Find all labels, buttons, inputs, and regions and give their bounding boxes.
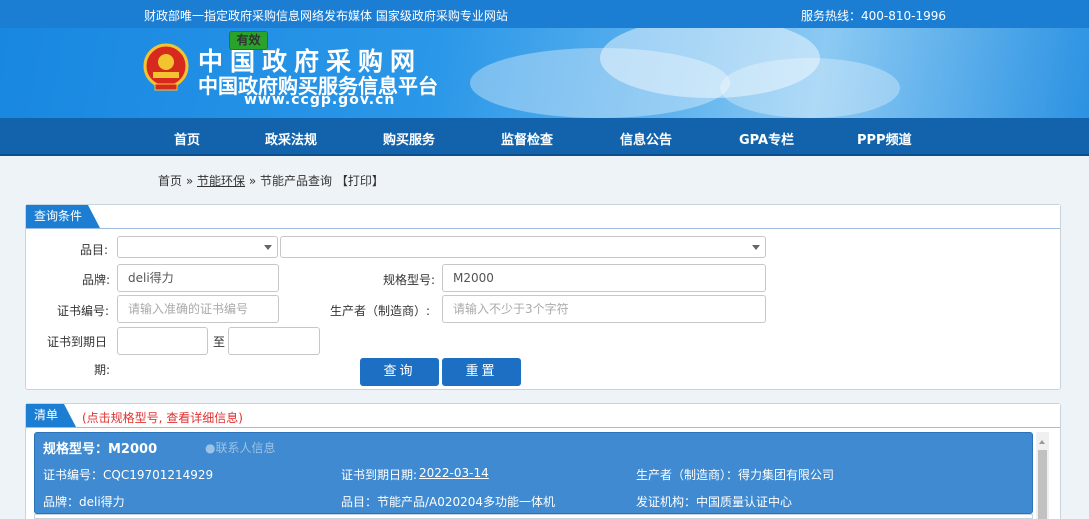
chevron-down-icon bbox=[264, 245, 272, 250]
breadcrumb-home[interactable]: 首页 bbox=[158, 174, 182, 188]
model-input[interactable]: M2000 bbox=[442, 264, 766, 292]
nav-ppp[interactable]: PPP频道 bbox=[857, 129, 912, 148]
scroll-up-icon[interactable] bbox=[1039, 440, 1045, 444]
result-card: 规格型号：M2000 ●联系人信息 证书编号：CQC19701214929 证书… bbox=[34, 432, 1033, 514]
list-panel-title: 清单 bbox=[26, 404, 77, 427]
status-badge: 有效 bbox=[229, 31, 268, 50]
query-panel-title: 查询条件 bbox=[26, 205, 101, 228]
nav-gpa[interactable]: GPA专栏 bbox=[739, 129, 794, 148]
brand-label: 品牌: bbox=[82, 273, 111, 287]
cert-no-label: 证书编号: bbox=[57, 304, 110, 318]
cert-no-input[interactable]: 请输入准确的证书编号 bbox=[117, 295, 279, 323]
list-scrollbar[interactable] bbox=[1036, 432, 1049, 519]
expire-date-label: 证书到期日 bbox=[47, 335, 108, 349]
nav-supervision[interactable]: 监督检查 bbox=[501, 129, 553, 148]
expire-date-from[interactable] bbox=[117, 327, 208, 355]
chevron-down-icon bbox=[752, 245, 760, 250]
list-hint: (点击规格型号, 查看详细信息) bbox=[82, 411, 243, 425]
breadcrumb-section[interactable]: 节能环保 bbox=[197, 174, 245, 188]
search-button[interactable]: 查询 bbox=[360, 358, 439, 386]
model-label: 规格型号: bbox=[383, 273, 436, 287]
expire-label: 证书到期日期: bbox=[341, 468, 418, 482]
maker: 生产者（制造商）：得力集团有限公司 bbox=[636, 468, 835, 482]
issuer: 发证机构：中国质量认证中心 bbox=[636, 495, 793, 509]
brand-input[interactable]: deli得力 bbox=[117, 264, 279, 292]
next-card bbox=[34, 514, 1033, 519]
site-slogan: 财政部唯一指定政府采购信息网络发布媒体 国家级政府采购专业网站 bbox=[144, 9, 508, 23]
nav-announcements[interactable]: 信息公告 bbox=[620, 129, 672, 148]
nav-regulations[interactable]: 政采法规 bbox=[265, 129, 317, 148]
category-select-1[interactable] bbox=[117, 236, 278, 258]
service-hotline: 服务热线：400-810-1996 bbox=[801, 9, 947, 23]
info-icon: ● bbox=[205, 441, 216, 455]
print-link[interactable]: 【打印】 bbox=[336, 174, 384, 188]
national-emblem-icon bbox=[143, 43, 189, 91]
contact-info[interactable]: ●联系人信息 bbox=[205, 439, 276, 456]
expire-date: 2022-03-14 bbox=[419, 466, 489, 480]
logo-url: www.ccgp.gov.cn bbox=[244, 92, 396, 108]
expire-date-label-cont: 期: bbox=[94, 363, 111, 377]
reset-button[interactable]: 重置 bbox=[442, 358, 521, 386]
category-select-2[interactable] bbox=[280, 236, 766, 258]
scroll-thumb[interactable] bbox=[1038, 450, 1047, 519]
category: 品目：节能产品/A020204多功能一体机 bbox=[341, 495, 556, 509]
maker-input[interactable]: 请输入不少于3个字符 bbox=[442, 295, 766, 323]
nav-purchase-service[interactable]: 购买服务 bbox=[383, 129, 435, 148]
category-label: 品目: bbox=[80, 243, 109, 257]
site-banner: 中国政府采购网 中国政府购买服务信息平台 www.ccgp.gov.cn bbox=[0, 28, 1089, 118]
expire-date-to[interactable] bbox=[228, 327, 320, 355]
cert-no: 证书编号：CQC19701214929 bbox=[43, 468, 214, 482]
brand: 品牌：deli得力 bbox=[43, 495, 125, 509]
breadcrumb: 首页 » 节能环保 » 节能产品查询 【打印】 bbox=[158, 174, 384, 188]
maker-label: 生产者（制造商）: bbox=[330, 304, 431, 318]
nav-home[interactable]: 首页 bbox=[174, 129, 200, 148]
main-nav: 首页 政采法规 购买服务 监督检查 信息公告 GPA专栏 PPP频道 bbox=[0, 118, 1089, 156]
to-label: 至 bbox=[213, 335, 226, 349]
model-title-link[interactable]: 规格型号：M2000 bbox=[43, 438, 157, 457]
top-info-bar: 财政部唯一指定政府采购信息网络发布媒体 国家级政府采购专业网站 服务热线：400… bbox=[0, 0, 1089, 28]
breadcrumb-current: 节能产品查询 bbox=[260, 174, 333, 188]
